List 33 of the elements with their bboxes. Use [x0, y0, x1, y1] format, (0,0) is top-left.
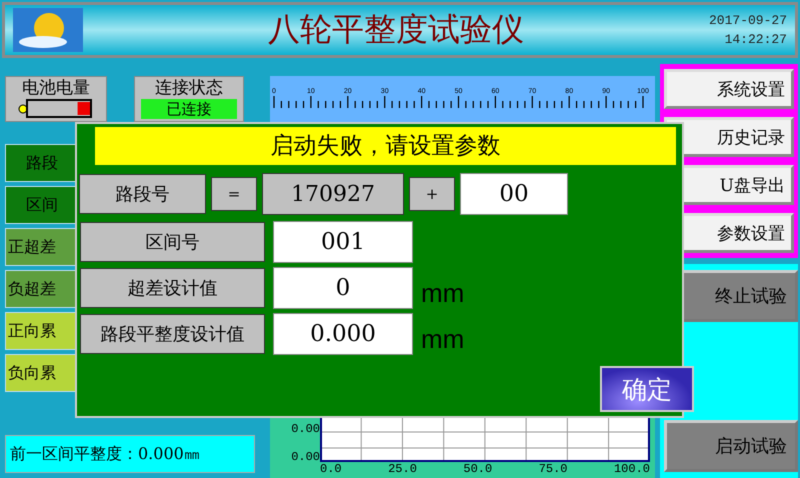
- input-field[interactable]: 0.000: [273, 313, 413, 355]
- sun-logo-icon: [13, 8, 83, 52]
- field-label: 路段平整度设计值: [80, 314, 265, 354]
- road-number: 170927: [262, 173, 404, 215]
- axis-label: 25.0: [388, 462, 417, 478]
- axis-label: 50.0: [463, 462, 492, 478]
- input-field[interactable]: 00: [460, 173, 568, 215]
- menu-button[interactable]: 系统设置: [664, 69, 794, 109]
- date-text: 2017-09-27: [708, 13, 787, 28]
- axis-label: 0.00: [290, 422, 320, 436]
- app-title: 八轮平整度试验仪: [266, 9, 525, 50]
- confirm-button[interactable]: 确定: [600, 366, 694, 412]
- input-field[interactable]: 0: [273, 267, 413, 309]
- field-label: 路段号: [79, 174, 206, 214]
- start-button[interactable]: 启动试验: [664, 420, 798, 472]
- input-field[interactable]: 001: [273, 221, 413, 263]
- time-text: 14:22:27: [724, 32, 787, 47]
- connection-status: 已连接: [141, 99, 237, 119]
- field-label: 超差设计值: [80, 268, 265, 308]
- unit-label: mm: [421, 276, 464, 308]
- unit-label: mm: [421, 322, 464, 354]
- dialog-title: 启动失败，请设置参数: [95, 127, 676, 165]
- axis-label: 0.0: [320, 462, 342, 478]
- battery-icon: [18, 99, 94, 119]
- plus-button[interactable]: +: [409, 177, 455, 211]
- connection-label: 连接状态: [155, 77, 223, 99]
- battery-label: 电池电量: [22, 77, 90, 99]
- axis-label: 100.0: [614, 462, 650, 478]
- field-label: 区间号: [80, 222, 265, 262]
- axis-label: 0.00: [290, 450, 320, 464]
- equals-button[interactable]: =: [211, 177, 257, 211]
- axis-label: 75.0: [538, 462, 568, 478]
- previous-flatness: 前一区间平整度：0.000㎜: [5, 435, 255, 473]
